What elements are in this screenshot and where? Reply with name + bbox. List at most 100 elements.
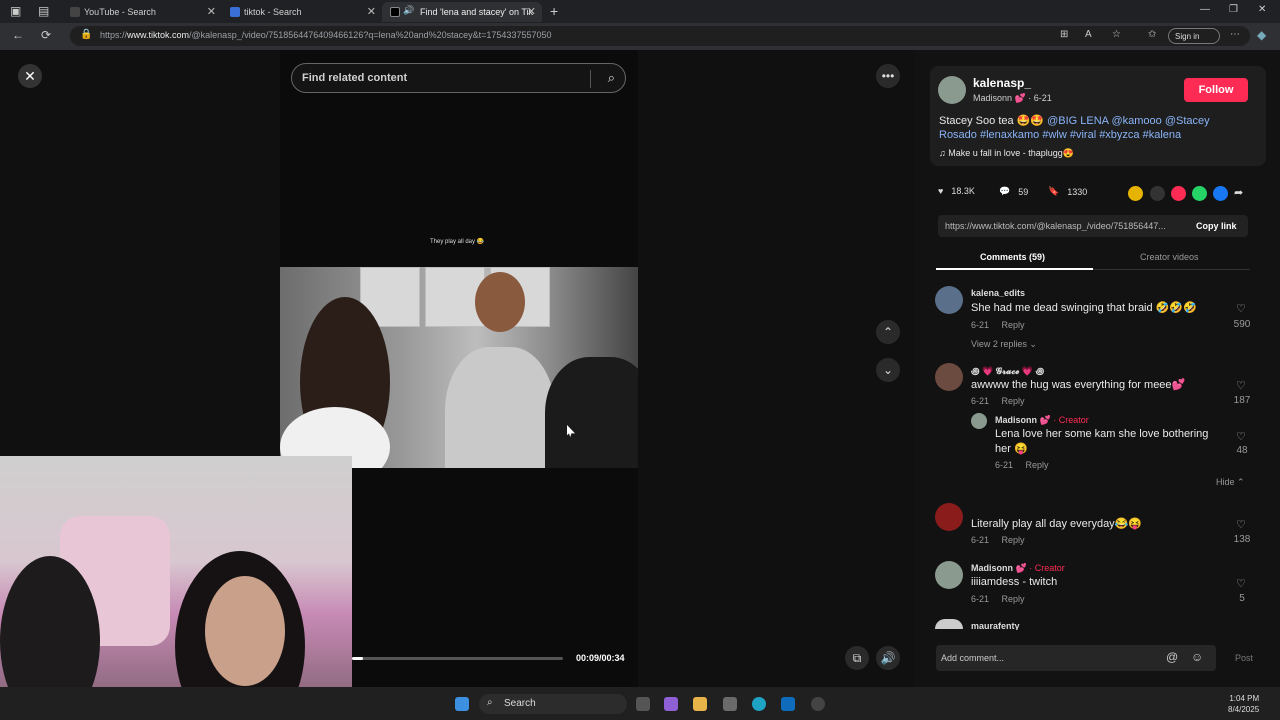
volume-button[interactable]: 🔊 [876, 646, 900, 670]
previous-video-button[interactable]: ⌃ [876, 320, 900, 344]
more-menu-icon[interactable]: ⋯ [1230, 29, 1240, 40]
app-available-icon[interactable]: ⊞ [1060, 29, 1068, 40]
tab-comments[interactable]: Comments (59) [980, 252, 1045, 262]
close-tab-icon[interactable]: ✕ [527, 5, 536, 18]
avatar[interactable] [935, 286, 963, 314]
copilot-app-icon[interactable] [664, 697, 678, 711]
emoji-icon[interactable]: ☺ [1191, 650, 1203, 664]
heart-icon[interactable]: ♡ [1236, 430, 1246, 443]
windows-start-icon[interactable] [455, 697, 469, 711]
share-icon[interactable]: ➦ [1234, 186, 1249, 201]
taskbar-search[interactable]: ⌕ Search [479, 694, 627, 714]
close-icon: ✕ [24, 67, 36, 84]
post-comment-button[interactable]: Post [1235, 653, 1253, 663]
store-icon[interactable] [723, 697, 737, 711]
copilot-icon[interactable]: ◆ [1257, 28, 1266, 42]
music-link[interactable]: ♫ Make u fall in love - thaplugg😍 [939, 148, 1074, 159]
reply-link[interactable]: Reply [1002, 594, 1025, 604]
chevron-down-icon: ⌄ [882, 363, 894, 377]
edge-icon[interactable] [752, 697, 766, 711]
file-explorer-icon[interactable] [693, 697, 707, 711]
app-icon[interactable] [811, 697, 825, 711]
hide-replies-link[interactable]: Hide ⌃ [1216, 477, 1245, 488]
avatar[interactable] [971, 413, 987, 429]
whatsapp-icon[interactable] [1192, 186, 1207, 201]
heart-icon[interactable]: ♡ [1236, 379, 1246, 392]
comment-stat[interactable]: 💬 59 [999, 186, 1028, 197]
comment-text: Literally play all day everyday😂😝 [971, 518, 1143, 530]
coin-icon[interactable] [1128, 186, 1143, 201]
send-icon[interactable] [1171, 186, 1186, 201]
close-tab-icon[interactable]: ✕ [207, 5, 216, 18]
taskbar-clock[interactable]: 1:04 PM 8/4/2025 [1228, 693, 1259, 715]
favorite-star-icon[interactable]: ☆ [1112, 29, 1121, 40]
heart-icon[interactable]: ♡ [1236, 577, 1246, 590]
comment-username[interactable]: Madisonn 💕 · Creator [971, 563, 1065, 574]
comment-text-line2: her 😝 [995, 443, 1028, 455]
site-info-icon[interactable]: 🔒 [80, 29, 92, 40]
tab-creator-videos[interactable]: Creator videos [1140, 252, 1199, 262]
mention-icon[interactable]: @ [1166, 650, 1178, 664]
comment-username[interactable]: ꩜ 💗 𝓖𝓻𝓪𝓬𝓮 💗 ꩜ [971, 365, 1044, 378]
tab-tiktok-search[interactable]: tiktok - Search ✕ [222, 2, 382, 22]
tab-actions-icon[interactable]: ▤ [38, 4, 49, 18]
back-icon[interactable]: ← [12, 28, 24, 42]
tab-youtube-search[interactable]: YouTube - Search ✕ [62, 2, 222, 22]
sign-in-button[interactable]: Sign in [1168, 28, 1220, 44]
next-video-button[interactable]: ⌄ [876, 358, 900, 382]
more-options-button[interactable]: ••• [876, 64, 900, 88]
reply-link[interactable]: Reply [1002, 320, 1025, 330]
avatar[interactable] [935, 619, 963, 629]
heart-icon[interactable]: ♡ [1236, 518, 1246, 531]
related-search-input[interactable]: Find related content ⌕ [291, 63, 626, 93]
search-favicon-icon [70, 7, 80, 17]
copy-link-button[interactable]: Copy link [1196, 221, 1237, 231]
face-shape [205, 576, 285, 686]
avatar[interactable] [935, 363, 963, 391]
close-window-icon[interactable]: ✕ [1258, 4, 1266, 15]
workspaces-icon[interactable]: ▣ [10, 4, 21, 18]
favorites-icon[interactable]: ✩ [1148, 29, 1156, 40]
post-link: https://www.tiktok.com/@kalenasp_/video/… [945, 221, 1166, 231]
comment-meta: 6-21 Reply [995, 460, 1049, 470]
bookmark-icon: 🔖 [1048, 186, 1060, 196]
avatar[interactable] [935, 503, 963, 531]
close-video-button[interactable]: ✕ [18, 64, 42, 88]
minimize-icon[interactable]: — [1200, 4, 1210, 15]
comment-username[interactable]: maurafenty [971, 621, 1020, 630]
url-field[interactable]: 🔒 https://www.tiktok.com/@kalenasp_/vide… [70, 26, 1250, 46]
comment-username[interactable]: Madisonn 💕 · Creator [995, 415, 1089, 426]
heart-icon: ♥ [938, 186, 944, 196]
pip-button[interactable]: ⧉ [845, 646, 869, 670]
tab-tiktok-find[interactable]: 🔊 Find 'lena and stacey' on Tik ✕ [382, 2, 542, 22]
reply-link[interactable]: Reply [1002, 396, 1025, 406]
avatar[interactable] [935, 561, 963, 589]
tab-title: tiktok - Search [244, 7, 302, 17]
avatar[interactable] [938, 76, 966, 104]
comment-input[interactable]: Add comment... @ ☺ [936, 645, 1216, 671]
search-icon[interactable]: ⌕ [608, 70, 615, 86]
facebook-icon[interactable] [1213, 186, 1228, 201]
reply-link[interactable]: Reply [1026, 460, 1049, 470]
new-tab-icon[interactable]: + [550, 3, 558, 19]
follow-button[interactable]: Follow [1184, 78, 1248, 102]
tab-title: Find 'lena and stacey' on Tik [420, 7, 534, 17]
chevron-up-icon: ⌃ [882, 325, 894, 339]
outlook-icon[interactable] [781, 697, 795, 711]
close-tab-icon[interactable]: ✕ [367, 5, 376, 18]
save-stat[interactable]: 🔖 1330 [1048, 186, 1087, 197]
person-shape [445, 347, 555, 468]
author-username[interactable]: kalenasp_ [973, 76, 1031, 90]
refresh-icon[interactable]: ⟳ [41, 28, 51, 42]
embed-icon[interactable] [1150, 186, 1165, 201]
reply-link[interactable]: Reply [1002, 535, 1025, 545]
view-replies-link[interactable]: View 2 replies ⌄ [971, 339, 1037, 350]
like-stat[interactable]: ♥ 18.3K [938, 186, 975, 196]
maximize-icon[interactable]: ❐ [1229, 4, 1238, 15]
task-view-icon[interactable] [636, 697, 650, 711]
comment-likes: 187 [1233, 395, 1251, 406]
read-aloud-icon[interactable]: A [1085, 29, 1092, 40]
video-progress-bar[interactable] [352, 657, 563, 660]
heart-icon[interactable]: ♡ [1236, 302, 1246, 315]
comment-username[interactable]: kalena_edits [971, 288, 1025, 298]
